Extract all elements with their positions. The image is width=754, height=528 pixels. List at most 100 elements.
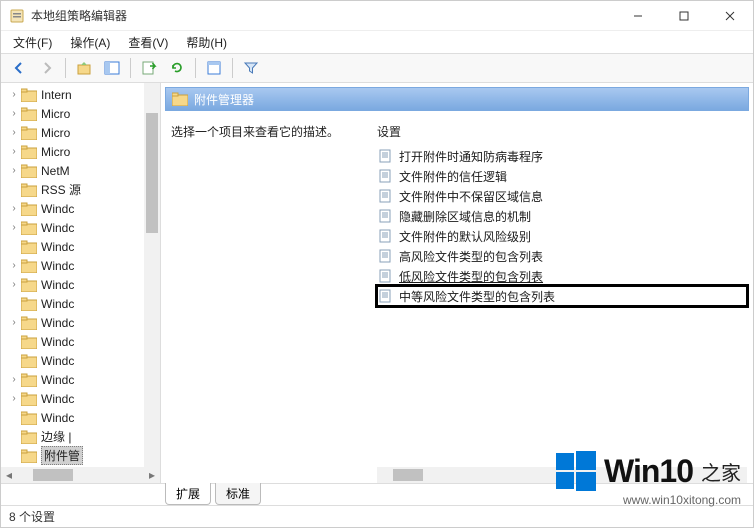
tree-item-label: Windc <box>41 354 74 368</box>
tree-item[interactable]: ›Micro <box>1 123 160 142</box>
tree-item[interactable]: ›Micro <box>1 142 160 161</box>
menu-view[interactable]: 查看(V) <box>122 32 174 53</box>
maximize-button[interactable] <box>661 1 707 31</box>
workspace: ›Intern›Micro›Micro›Micro›NetMRSS 源›Wind… <box>1 83 753 483</box>
menubar: 文件(F) 操作(A) 查看(V) 帮助(H) <box>1 31 753 53</box>
folder-icon <box>21 183 37 197</box>
tree-item-label: 附件管 <box>41 446 83 465</box>
content-title: 附件管理器 <box>194 91 254 108</box>
tree-item[interactable]: ›Windc <box>1 275 160 294</box>
show-hide-tree-button[interactable] <box>100 56 124 80</box>
expand-icon[interactable]: › <box>7 165 21 176</box>
folder-icon <box>21 259 37 273</box>
folder-icon <box>21 240 37 254</box>
menu-action[interactable]: 操作(A) <box>64 32 116 53</box>
tab-standard[interactable]: 标准 <box>215 483 261 505</box>
scrollbar-thumb[interactable] <box>146 113 158 233</box>
setting-label: 低风险文件类型的包含列表 <box>399 268 543 285</box>
setting-label: 中等风险文件类型的包含列表 <box>399 288 555 305</box>
scrollbar-thumb[interactable] <box>393 469 423 481</box>
folder-icon <box>21 373 37 387</box>
menu-file[interactable]: 文件(F) <box>7 32 58 53</box>
list-horizontal-scrollbar[interactable] <box>377 467 731 483</box>
tree-item[interactable]: ›Windc <box>1 313 160 332</box>
tree-item[interactable]: › Windc <box>1 199 160 218</box>
folder-icon <box>21 316 37 330</box>
expand-icon[interactable]: › <box>7 222 21 233</box>
filter-button[interactable] <box>239 56 263 80</box>
minimize-button[interactable] <box>615 1 661 31</box>
folder-icon <box>21 297 37 311</box>
tree-horizontal-scrollbar[interactable]: ◂ ▸ <box>1 467 160 483</box>
setting-label: 文件附件的信任逻辑 <box>399 168 507 185</box>
window-title: 本地组策略编辑器 <box>31 7 615 24</box>
setting-item[interactable]: 低风险文件类型的包含列表 <box>377 266 747 286</box>
settings-list-column: 设置 打开附件时通知防病毒程序文件附件的信任逻辑文件附件中不保留区域信息隐藏删除… <box>377 119 747 483</box>
export-button[interactable] <box>137 56 161 80</box>
tree-item[interactable]: › Intern <box>1 85 160 104</box>
tree-item-label: Intern <box>41 88 72 102</box>
policy-icon <box>379 189 393 203</box>
tree-item-label: Windc <box>41 297 74 311</box>
policy-icon <box>379 169 393 183</box>
tree-item[interactable]: 附件管 <box>1 446 160 465</box>
app-icon <box>9 8 25 24</box>
expand-icon[interactable]: › <box>7 317 21 328</box>
tree-item[interactable]: Windc <box>1 408 160 427</box>
tree-item[interactable]: › NetM <box>1 161 160 180</box>
tree-item[interactable]: › Windc <box>1 389 160 408</box>
statusbar: 8 个设置 <box>1 505 753 527</box>
tree-item-label: 边缘 | <box>41 428 71 445</box>
folder-icon <box>21 164 37 178</box>
tree-item[interactable]: ›Micro <box>1 104 160 123</box>
expand-icon[interactable]: › <box>7 146 21 157</box>
folder-icon <box>21 430 37 444</box>
expand-icon[interactable]: › <box>7 127 21 138</box>
setting-label: 高风险文件类型的包含列表 <box>399 248 543 265</box>
folder-icon <box>21 221 37 235</box>
refresh-button[interactable] <box>165 56 189 80</box>
tree-item[interactable]: ›Windc <box>1 218 160 237</box>
expand-icon[interactable]: › <box>7 203 21 214</box>
setting-item[interactable]: 中等风险文件类型的包含列表 <box>377 286 747 306</box>
tree-item-label: NetM <box>41 164 70 178</box>
setting-item[interactable]: 文件附件的信任逻辑 <box>377 166 747 186</box>
setting-item[interactable]: 打开附件时通知防病毒程序 <box>377 146 747 166</box>
description-column: 选择一个项目来查看它的描述。 <box>167 119 377 483</box>
tree-pane: ›Intern›Micro›Micro›Micro›NetMRSS 源›Wind… <box>1 83 161 483</box>
scrollbar-thumb[interactable] <box>33 469 73 481</box>
toolbar-separator <box>130 58 131 78</box>
up-button[interactable] <box>72 56 96 80</box>
setting-item[interactable]: 文件附件中不保留区域信息 <box>377 186 747 206</box>
tree-item[interactable]: RSS 源 <box>1 180 160 199</box>
tree-item[interactable]: ›Windc <box>1 370 160 389</box>
tree-item-label: Windc <box>41 240 74 254</box>
tab-extended[interactable]: 扩展 <box>165 483 211 505</box>
scroll-left-icon[interactable]: ◂ <box>1 467 17 483</box>
expand-icon[interactable]: › <box>7 108 21 119</box>
expand-icon[interactable]: › <box>7 393 21 404</box>
tree-item-label: Windc <box>41 392 74 406</box>
setting-item[interactable]: 高风险文件类型的包含列表 <box>377 246 747 266</box>
menu-help[interactable]: 帮助(H) <box>180 32 233 53</box>
tree-item[interactable]: Windc <box>1 237 160 256</box>
policy-icon <box>379 269 393 283</box>
expand-icon[interactable]: › <box>7 260 21 271</box>
expand-icon[interactable]: › <box>7 374 21 385</box>
scroll-right-icon[interactable]: ▸ <box>144 467 160 483</box>
back-button[interactable] <box>7 56 31 80</box>
expand-icon[interactable]: › <box>7 279 21 290</box>
forward-button[interactable] <box>35 56 59 80</box>
setting-item[interactable]: 文件附件的默认风险级别 <box>377 226 747 246</box>
tree-item[interactable]: Windc <box>1 351 160 370</box>
tree-item[interactable]: Windc <box>1 332 160 351</box>
tree-vertical-scrollbar[interactable] <box>144 83 160 467</box>
setting-item[interactable]: 隐藏删除区域信息的机制 <box>377 206 747 226</box>
close-button[interactable] <box>707 1 753 31</box>
tree-item[interactable]: 边缘 | <box>1 427 160 446</box>
expand-icon[interactable]: › <box>7 89 21 100</box>
tree-item[interactable]: ›Windc <box>1 256 160 275</box>
tree-item[interactable]: Windc <box>1 294 160 313</box>
tree-item-label: Windc <box>41 202 74 216</box>
properties-button[interactable] <box>202 56 226 80</box>
